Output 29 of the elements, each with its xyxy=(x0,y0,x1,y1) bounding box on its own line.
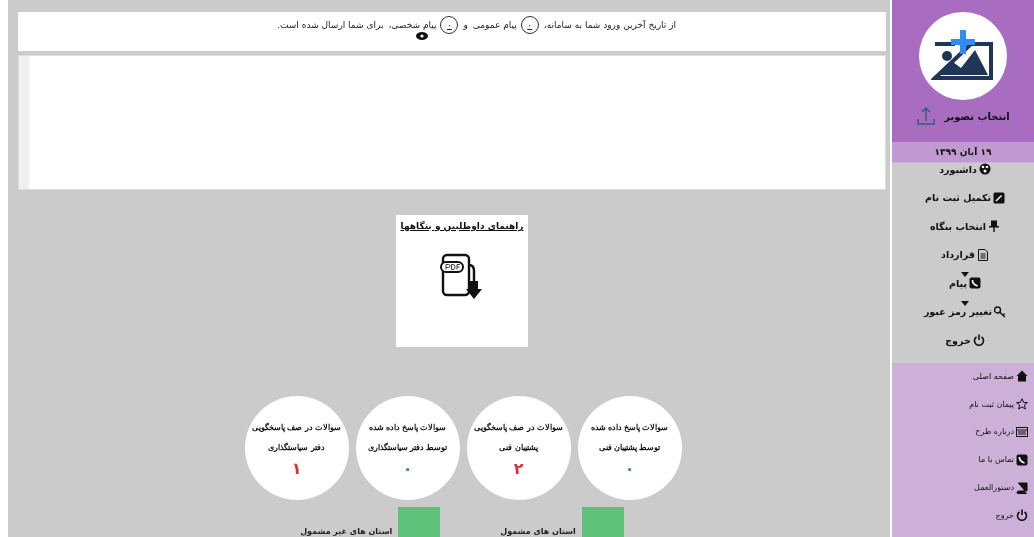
stat-value: ۱ xyxy=(291,460,302,478)
stat-label: سوالات پاسخ داده شده توسط پشتیبان فنی xyxy=(589,422,670,455)
guide-card[interactable]: راهنمای داوطلبین و بنگاهها xyxy=(396,215,528,347)
guide-link[interactable]: راهنمای داوطلبین و بنگاهها xyxy=(400,221,524,231)
menu-item[interactable]: قرارداد xyxy=(941,248,989,261)
message-link[interactable]: پیام شخصی، xyxy=(388,20,437,30)
message-link[interactable]: پیام عمومی xyxy=(472,20,517,30)
menu-item[interactable]: درباره طرح xyxy=(975,426,1028,438)
stat-label: سوالات در صف پاسخگویی پشتیبان فنی xyxy=(473,421,564,455)
menu-item[interactable]: خروج xyxy=(945,334,985,346)
menu-item[interactable]: دستورالعمل xyxy=(974,481,1028,494)
notice-text: برای شما ارسال شده است. xyxy=(277,20,384,30)
notice-text: و xyxy=(463,20,468,30)
menu-item[interactable]: پیمان ثبت نام xyxy=(969,398,1028,411)
menu-item[interactable]: خروج xyxy=(995,509,1028,522)
upload-label[interactable]: انتخاب تصویر xyxy=(944,110,1010,122)
legend-label: استان های غیر مشمول xyxy=(300,527,393,536)
menu-item[interactable]: صفحه اصلی xyxy=(972,370,1028,383)
stat-value: ۰ xyxy=(402,460,413,478)
stat-value: ۰ xyxy=(624,460,635,478)
notice-text: از تاریخ آخرین ورود شما به سامانه، xyxy=(543,20,676,30)
menu-item[interactable]: تماس با ما xyxy=(978,453,1028,466)
date-label: ۱۹ آبان ۱۳۹۹ xyxy=(892,142,1034,162)
stat-label: سوالات در صف پاسخگویی دفتر سیاستگذاری xyxy=(251,421,342,454)
menu-item[interactable]: پیام xyxy=(949,277,981,289)
legend-label: استان های مشمول xyxy=(500,527,576,536)
stat-label: سوالات پاسخ داده شده توسط دفتر سیاستگذاری xyxy=(366,422,449,454)
stat-value: ۲ xyxy=(513,460,524,478)
menu-item[interactable]: داشبورد xyxy=(939,163,991,175)
